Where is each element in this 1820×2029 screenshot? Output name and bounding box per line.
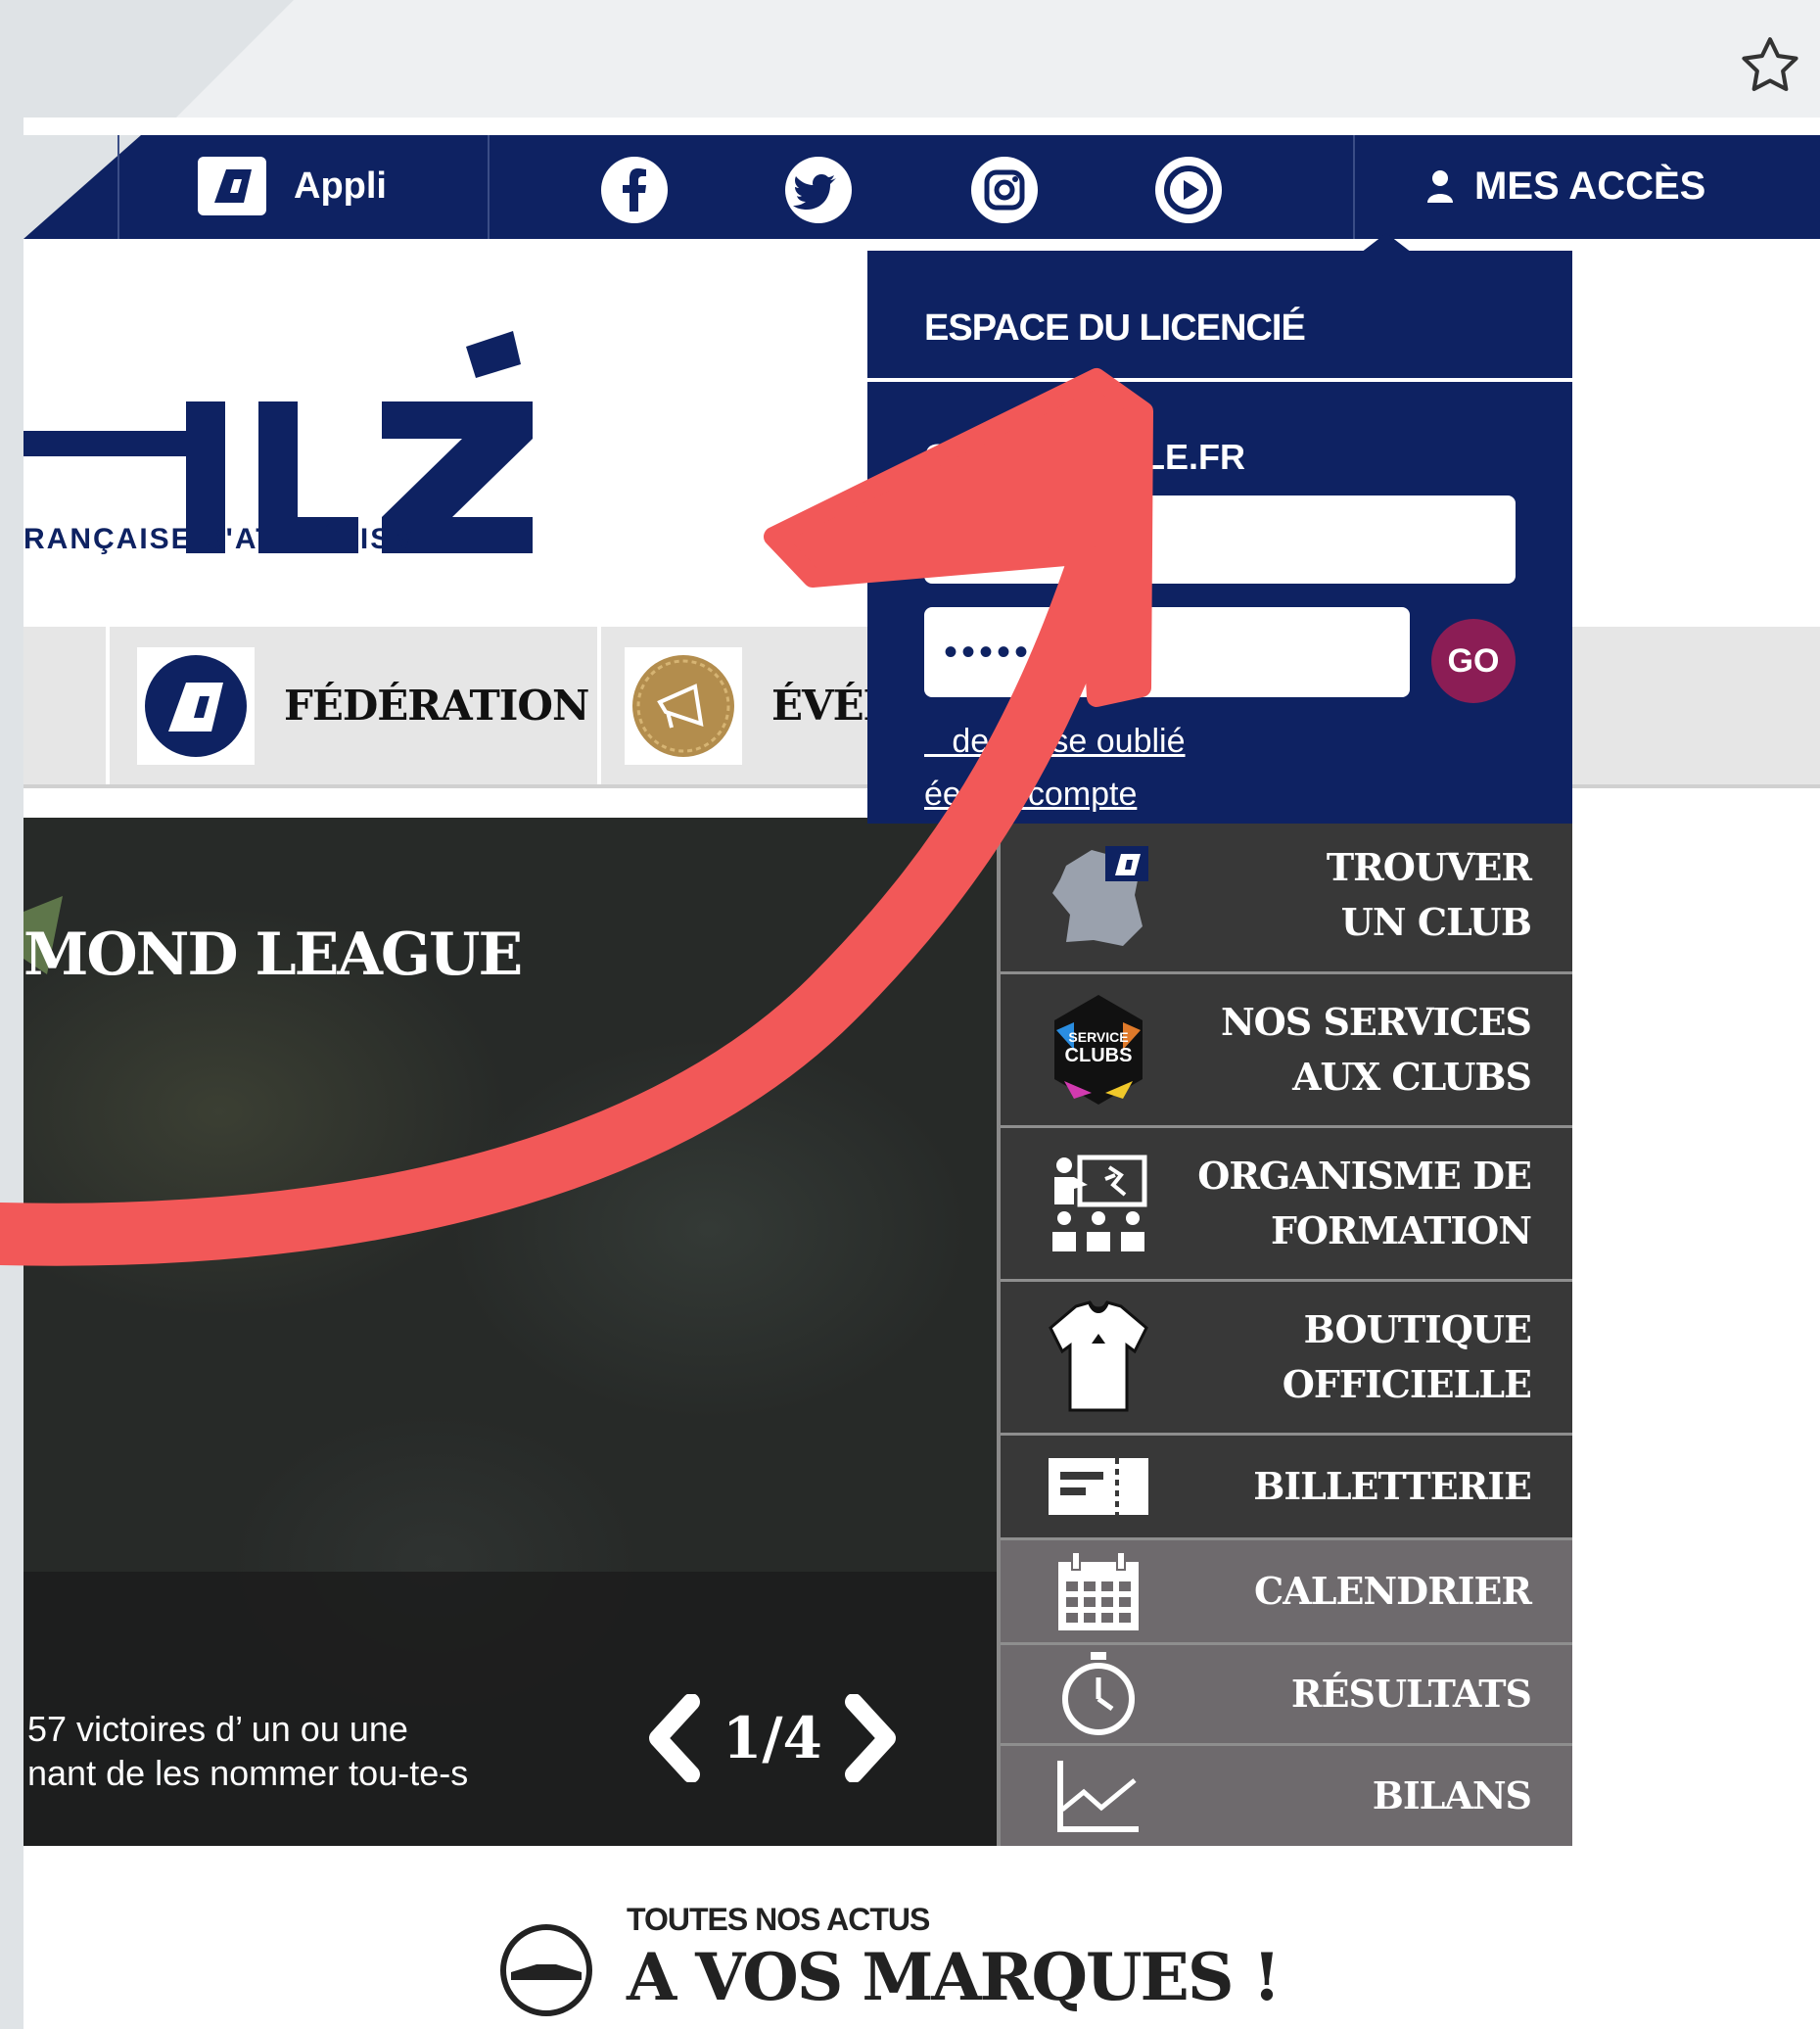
side-label-billetterie: BILLETTERIE bbox=[1253, 1464, 1532, 1508]
top-bar: Appli MES ACCÈS bbox=[23, 135, 1820, 239]
plane-landing-icon bbox=[500, 1924, 592, 2016]
forgot-password-link[interactable]: de passe oublié bbox=[924, 723, 1185, 761]
ticket-icon bbox=[1040, 1438, 1157, 1535]
carousel-page-count: 1/4 bbox=[723, 1705, 822, 1771]
side-label-bilans: BILANS bbox=[1372, 1773, 1532, 1817]
carousel-pager: 1/4 bbox=[640, 1694, 905, 1782]
nav-item-evenements[interactable]: ÉVÉN bbox=[625, 627, 901, 784]
appli-link[interactable]: Appli bbox=[198, 157, 387, 215]
user-icon bbox=[1427, 169, 1453, 203]
line-chart-icon bbox=[1040, 1747, 1157, 1845]
instagram-icon[interactable] bbox=[969, 155, 1040, 225]
login-section-title: CO ILE.FR bbox=[924, 437, 1246, 477]
create-account-link[interactable]: éer un compte bbox=[924, 776, 1137, 814]
email-field[interactable] bbox=[924, 495, 1516, 584]
svg-text:CLUBS: CLUBS bbox=[1065, 1045, 1133, 1066]
go-button[interactable]: GO bbox=[1431, 619, 1516, 703]
bookmark-star-icon[interactable] bbox=[1736, 31, 1804, 100]
side-label-calendrier: CALENDRIER bbox=[1254, 1569, 1532, 1613]
stopwatch-icon bbox=[1040, 1645, 1157, 1743]
nav-label-federation: FÉDÉRATION bbox=[284, 682, 589, 730]
calendar-icon bbox=[1040, 1542, 1157, 1640]
side-label-services-clubs: NOS SERVICES AUX CLUBS bbox=[1220, 1000, 1532, 1099]
side-label-trouver-club: TROUVER UN CLUB bbox=[1326, 844, 1532, 944]
side-item-trouver-club[interactable]: TROUVER UN CLUB bbox=[1001, 818, 1572, 974]
hero-title[interactable]: MOND LEAGUE bbox=[23, 920, 523, 989]
side-item-calendrier[interactable]: CALENDRIER bbox=[1001, 1540, 1572, 1645]
athle-app-icon bbox=[198, 157, 266, 215]
federation-icon bbox=[137, 646, 255, 765]
side-item-boutique[interactable]: BOUTIQUE OFFICIELLE bbox=[1001, 1282, 1572, 1436]
side-label-resultats: RÉSULTATS bbox=[1290, 1672, 1532, 1716]
jersey-icon bbox=[1040, 1298, 1157, 1416]
actus-kicker: TOUTES NOS ACTUS bbox=[627, 1902, 930, 1937]
password-field[interactable] bbox=[924, 607, 1410, 697]
twitter-icon[interactable] bbox=[783, 155, 854, 225]
side-item-billetterie[interactable]: BILLETTERIE bbox=[1001, 1436, 1572, 1540]
side-label-boutique: BOUTIQUE OFFICIELLE bbox=[1282, 1307, 1532, 1406]
actus-heading[interactable]: A VOS MARQUES ! bbox=[627, 1939, 1281, 2015]
side-item-formation[interactable]: ORGANISME DE FORMATION bbox=[1001, 1128, 1572, 1282]
youtube-icon[interactable] bbox=[1153, 155, 1224, 225]
access-dropdown: ESPACE DU LICENCIÉ CO ILE.FR GO de passe… bbox=[867, 251, 1572, 824]
service-clubs-icon: SERVICE CLUBS bbox=[1040, 991, 1157, 1109]
megaphone-badge-icon bbox=[625, 646, 742, 765]
mes-acces-button[interactable]: MES ACCÈS bbox=[1425, 165, 1705, 209]
training-icon bbox=[1040, 1145, 1157, 1262]
website-page: Appli MES ACCÈS RANÇAISE D'ATHLÉTISME FÉ… bbox=[23, 118, 1820, 2029]
hero-subtitle-line1: 57 victoires d’ un ou une bbox=[27, 1709, 408, 1749]
side-item-resultats[interactable]: RÉSULTATS bbox=[1001, 1645, 1572, 1746]
hero-subtitle-line2: nant de les nommer tou-te-s bbox=[27, 1753, 469, 1793]
logo-subtitle: RANÇAISE D'ATHLÉTISME bbox=[23, 523, 441, 555]
france-map-icon bbox=[1040, 836, 1157, 954]
athle-logo[interactable] bbox=[23, 264, 572, 656]
espace-licencie-link[interactable]: ESPACE DU LICENCIÉ bbox=[924, 307, 1306, 350]
nav-item-federation[interactable]: FÉDÉRATION bbox=[137, 627, 589, 784]
mes-acces-label: MES ACCÈS bbox=[1474, 165, 1706, 208]
svg-text:SERVICE: SERVICE bbox=[1068, 1029, 1128, 1045]
side-label-formation: ORGANISME DE FORMATION bbox=[1197, 1154, 1532, 1252]
side-item-bilans[interactable]: BILANS bbox=[1001, 1746, 1572, 1846]
chevron-right-icon[interactable] bbox=[836, 1694, 905, 1782]
chevron-left-icon[interactable] bbox=[640, 1694, 709, 1782]
side-item-services-clubs[interactable]: SERVICE CLUBS NOS SERVICES AUX CLUBS bbox=[1001, 974, 1572, 1128]
side-menu: TROUVER UN CLUB SERVICE CLUBS NOS SERVIC… bbox=[997, 818, 1572, 1846]
facebook-icon[interactable] bbox=[599, 155, 670, 225]
appli-label: Appli bbox=[294, 165, 387, 207]
